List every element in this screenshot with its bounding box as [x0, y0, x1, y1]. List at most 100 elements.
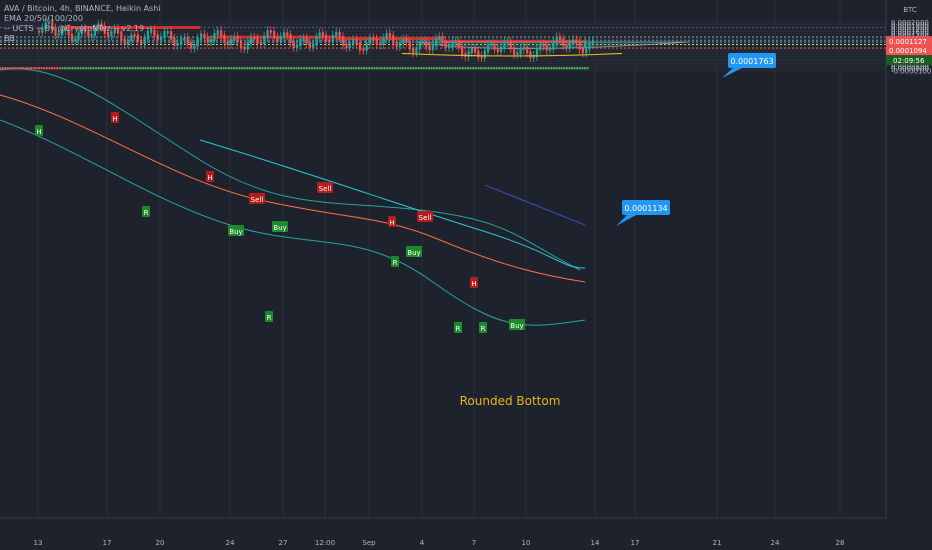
ucts-indicator-dot [394, 67, 397, 70]
ucts-indicator-dot [214, 67, 217, 70]
time-tick-label: 4 [420, 539, 425, 547]
h-signal-text: H [36, 128, 41, 136]
ucts-indicator-dot [440, 67, 444, 70]
ucts-indicator-dot [560, 67, 563, 70]
r-signal-text: R [267, 314, 272, 322]
candle-body [325, 34, 328, 42]
time-tick-label: 24 [226, 539, 235, 547]
candle-body [196, 37, 199, 47]
ucts-indicator-dot [282, 67, 285, 70]
ucts-indicator-dot [178, 67, 181, 70]
ucts-indicator-dot [422, 67, 425, 70]
candle-body [435, 38, 438, 47]
candle-body [441, 36, 444, 43]
candle-body [526, 46, 529, 54]
candle-body [487, 43, 490, 53]
symbol-title[interactable]: AVA / Bitcoin, 4h, BINANCE, Heikin Ashi [4, 4, 161, 14]
ucts-indicator-dot [576, 67, 579, 70]
candle-body [372, 37, 375, 41]
ucts-indicator-dot [284, 67, 288, 70]
candle-body [575, 39, 578, 44]
ucts-indicator-dot [578, 67, 581, 70]
ucts-indicator-dot [170, 67, 173, 70]
ucts-indicator-dot [279, 67, 282, 70]
candle-body [470, 48, 473, 54]
ema-indicator-label[interactable]: EMA 20/50/100/200 [4, 14, 161, 24]
ucts-indicator-dot [347, 67, 350, 70]
ucts-indicator-dot [110, 67, 114, 70]
ucts-indicator-dot [167, 67, 171, 70]
ucts-indicator-dot [355, 67, 358, 70]
ucts-indicator-dot [425, 67, 428, 70]
ucts-indicator-dot [264, 67, 267, 70]
candle-body [552, 41, 555, 50]
ucts-indicator-dot [513, 67, 516, 70]
candle-body [206, 36, 209, 43]
ucts-indicator-dot [563, 67, 566, 70]
candle-body [451, 41, 454, 48]
ucts-indicator-dot [401, 67, 405, 70]
candle-body [412, 47, 415, 53]
candle-body [173, 37, 176, 46]
ucts-indicator-dot [518, 67, 522, 70]
candle-body [431, 44, 434, 51]
ucts-indicator-dot [139, 67, 142, 70]
ucts-indicator-dot [539, 67, 542, 70]
price-chart[interactable]: Rounded Bottom 0.0001763 0.0001134 H H H H H R R R… [0, 0, 932, 550]
candle-body [415, 47, 418, 53]
candle-body [305, 37, 308, 44]
plot-area [0, 0, 886, 518]
ucts-indicator-dot [154, 67, 158, 70]
ucts-indicator-dot [373, 67, 376, 70]
candle-body [239, 40, 243, 49]
ucts-indicator-dot [498, 67, 501, 70]
ucts-indicator-dot [76, 67, 80, 70]
ucts-indicator-dot [206, 67, 210, 70]
time-axis[interactable] [0, 518, 886, 550]
sell-signal-text: Sell [251, 196, 264, 204]
ucts-indicator-dot [555, 67, 558, 70]
ucts-indicator-dot [230, 67, 233, 70]
ucts-indicator-dot [6, 67, 9, 70]
price-tick-label: -0.0000100 [891, 68, 931, 76]
ucts-indicator-label[interactable]: -- UCTS -- By @CryptoNTez -- v2.19 -- [4, 24, 161, 34]
time-tick-label: 14 [591, 539, 600, 547]
ucts-indicator-dot [305, 67, 308, 70]
candle-body [444, 40, 447, 49]
ucts-indicator-dot [14, 67, 17, 70]
candle-body [223, 34, 226, 44]
ucts-indicator-dot [399, 67, 402, 70]
ucts-indicator-dot [508, 67, 511, 70]
candle-body [341, 36, 345, 46]
bb-indicator-label[interactable]: BB [4, 34, 161, 44]
candle-body [299, 38, 302, 47]
ucts-indicator-dot [35, 67, 38, 70]
candle-body [308, 41, 312, 48]
candle-body [203, 33, 206, 39]
ucts-indicator-dot [162, 67, 165, 70]
ucts-indicator-dot [261, 67, 264, 70]
ucts-indicator-dot [477, 67, 480, 70]
candle-body [170, 31, 173, 40]
candle-body [428, 45, 431, 51]
ucts-indicator-dot [149, 67, 152, 70]
candle-body [365, 42, 368, 51]
ucts-indicator-dot [196, 67, 199, 70]
candle-body [588, 41, 591, 50]
price-axis[interactable] [886, 0, 932, 550]
ucts-indicator-dot [245, 67, 249, 70]
ucts-indicator-dot [316, 67, 319, 70]
candle-body [345, 43, 348, 48]
ucts-indicator-dot [378, 67, 381, 70]
ucts-indicator-dot [27, 67, 30, 70]
ucts-indicator-dot [459, 67, 462, 70]
candle-body [562, 38, 565, 47]
h-signal-text: H [112, 115, 117, 123]
h-signal-text: H [471, 280, 476, 288]
time-tick-label: 21 [713, 539, 722, 547]
ucts-indicator-dot [583, 67, 587, 70]
ucts-indicator-dot [388, 67, 392, 70]
ucts-indicator-dot [256, 67, 259, 70]
candle-body [216, 30, 219, 36]
ucts-indicator-dot [386, 67, 389, 70]
